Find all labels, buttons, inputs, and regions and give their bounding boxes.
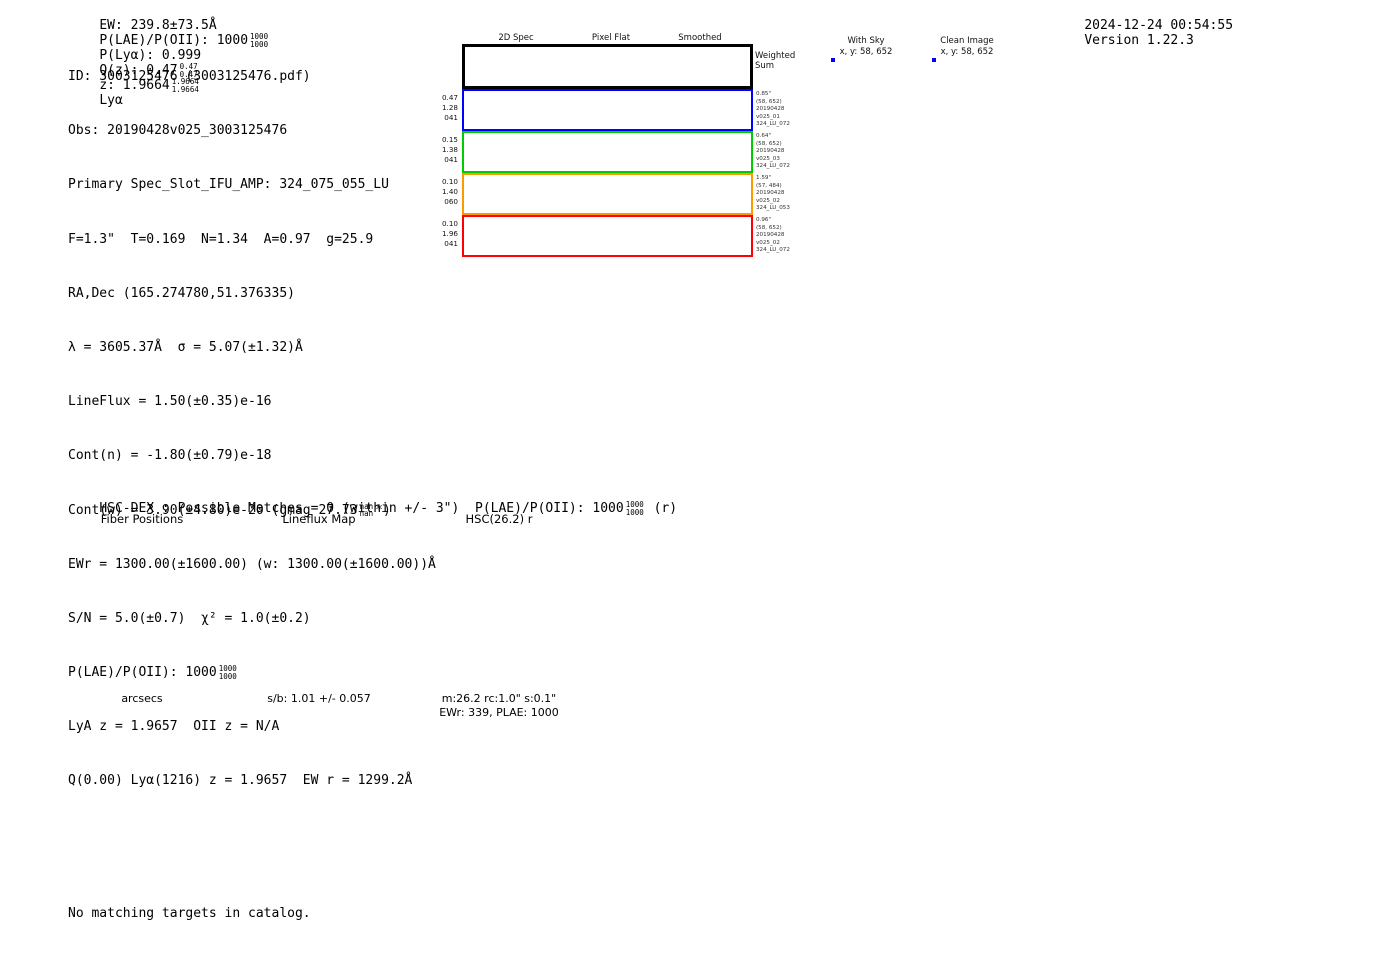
- version: Version 1.22.3: [1084, 33, 1194, 48]
- with-sky-cutout: [831, 58, 835, 62]
- info-ewr: EWr = 1300.00(±1600.00) (w: 1300.00(±160…: [68, 556, 436, 572]
- clean-image-cutout: [932, 58, 936, 62]
- row2-right-labels: 0.64" (58, 652) 20190428 v025_03 324_LU_072: [756, 133, 790, 170]
- line-fit-zoom-chart: [1037, 50, 1309, 222]
- col-title-pixelflat: Pixel Flat: [591, 33, 631, 43]
- info-obs: Obs: 20190428v025_3003125476: [68, 123, 288, 139]
- weighted-sum-label: Weighted Sum: [755, 51, 796, 71]
- clean-image-title: Clean Image x, y: 58, 652: [940, 36, 994, 57]
- spec2d-row-4: [462, 215, 753, 257]
- info-lya-oii-z: LyA z = 1.9657 OII z = N/A: [68, 719, 280, 735]
- row4-right-labels: 0.96" (58, 652) 20190428 v025_02 324_LU_072: [756, 217, 790, 254]
- row2-left-labels: 0.15 1.38 041: [441, 135, 458, 164]
- col-title-smoothed: Smoothed: [678, 33, 722, 43]
- lineflux-caption: s/b: 1.01 +/- 0.057: [267, 692, 371, 705]
- lineflux-map-title: Lineflux Map: [282, 512, 356, 526]
- footer-line-1: No matching targets in catalog.: [68, 906, 311, 921]
- info-seeing: F=1.3" T=0.169 N=1.34 A=0.97 g=25.9: [68, 231, 374, 247]
- info-primary-spec: Primary Spec_Slot_IFU_AMP: 324_075_055_L…: [68, 177, 389, 193]
- spec2d-row-3: [462, 173, 753, 215]
- fiber-positions-title: Fiber Positions: [100, 512, 184, 526]
- row1-right-labels: 0.85" (58, 652) 20190428 v025_01 324_LU_072: [756, 91, 790, 128]
- col-title-2dspec: 2D Spec: [498, 33, 534, 43]
- with-sky-title: With Sky x, y: 58, 652: [839, 36, 893, 57]
- row3-left-labels: 0.10 1.40 060: [441, 177, 458, 206]
- spec2d-row-1: [462, 89, 753, 131]
- spec2d-row-2: [462, 131, 753, 173]
- hsc-caption-1: m:26.2 rc:1.0" s:0.1": [441, 692, 557, 705]
- spec2d-row-weighted: [462, 44, 753, 89]
- footer-notes: No matching targets in catalog. Row inte…: [68, 875, 311, 953]
- hsc-caption-2: EWr: 339, PLAE: 1000: [439, 706, 559, 719]
- hsc-panel-title: HSC(26.2) r: [465, 512, 533, 526]
- full-spectrum-chart: [88, 298, 1313, 473]
- timestamp: 2024-12-24 00:54:55: [1084, 18, 1234, 33]
- row3-right-labels: 1.59" (57, 484) 20190428 v025_02 324_LU_053: [756, 175, 790, 212]
- info-sn-chi2: S/N = 5.0(±0.7) χ² = 1.0(±0.2): [68, 610, 311, 626]
- info-plae-poii: P(LAE)/P(OII): 1000 1000 1000: [68, 664, 237, 681]
- row4-left-labels: 0.10 1.96 041: [441, 219, 458, 248]
- elixer-report-page: EW: 239.8±73.5Å P(LAE)/P(OII): 1000 1000 1…: [0, 0, 1400, 953]
- fiber-xlabel: arcsecs: [121, 692, 163, 705]
- row1-left-labels: 0.47 1.28 041: [441, 93, 458, 122]
- info-q-lya: Q(0.00) Lyα(1216) z = 1.9657 EW r = 1299…: [68, 773, 413, 789]
- info-id: ID: 3003125476 (3003125476.pdf): [68, 69, 311, 84]
